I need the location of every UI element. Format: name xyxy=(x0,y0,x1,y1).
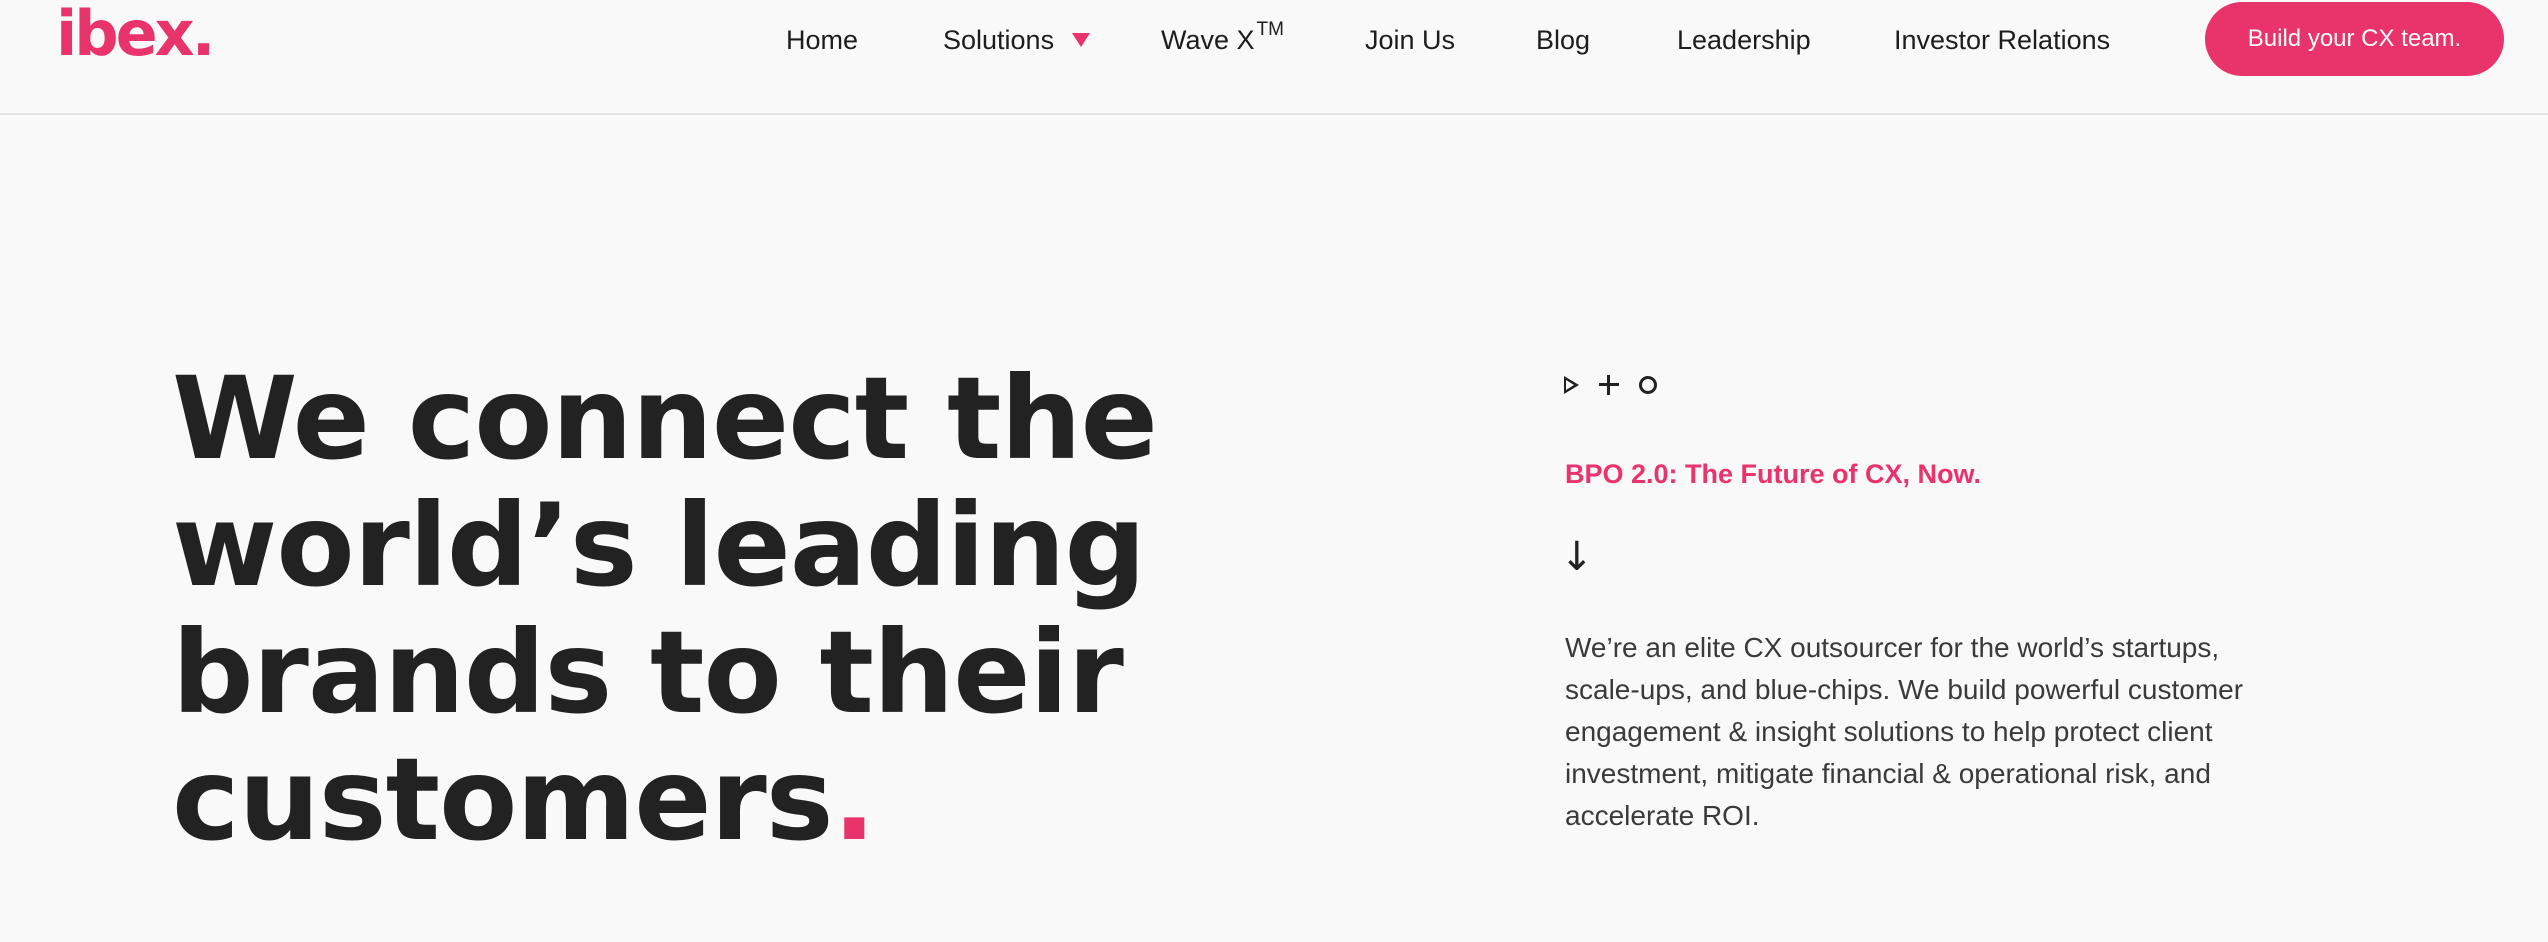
headline-line-4: customers xyxy=(172,733,834,866)
nav-solutions[interactable]: Solutions xyxy=(943,20,1054,60)
logo-dot: . xyxy=(191,0,216,70)
headline-line-3: brands to their xyxy=(172,606,1124,739)
nav-investor-relations[interactable]: Investor Relations xyxy=(1894,20,2110,60)
nav-blog[interactable]: Blog xyxy=(1536,20,1590,60)
nav-home[interactable]: Home xyxy=(786,20,858,60)
hero-headline: We connect the world’s leading brands to… xyxy=(172,355,1172,863)
play-outline-icon xyxy=(1564,376,1579,394)
ibex-logo[interactable]: ibex. xyxy=(56,0,216,74)
headline-line-1: We connect the xyxy=(172,352,1158,485)
nav-join-us[interactable]: Join Us xyxy=(1365,20,1455,60)
plus-icon xyxy=(1599,375,1619,395)
circle-icon xyxy=(1639,376,1657,394)
hero-description: We’re an elite CX outsourcer for the wor… xyxy=(1565,632,2244,831)
arrow-down-icon[interactable]: ↓ xyxy=(1560,532,1594,582)
hero-tagline[interactable]: BPO 2.0: The Future of CX, Now. xyxy=(1565,454,1981,494)
site-header: ibex. Home Solutions Wave X TM Join Us Bl… xyxy=(0,0,2548,115)
hero-icon-row xyxy=(1564,370,1657,400)
logo-text: ibex xyxy=(56,0,195,70)
chevron-down-icon[interactable] xyxy=(1072,33,1090,47)
trademark-mark: TM xyxy=(1256,19,1284,40)
nav-leadership[interactable]: Leadership xyxy=(1677,20,1811,60)
headline-line-2: world’s leading xyxy=(172,479,1146,612)
nav-wave-x-label: Wave X xyxy=(1161,25,1255,55)
headline-accent-dot: . xyxy=(832,733,876,866)
nav-wave-x[interactable]: Wave X TM xyxy=(1161,19,1284,60)
build-cx-team-button[interactable]: Build your CX team. xyxy=(2205,2,2504,76)
